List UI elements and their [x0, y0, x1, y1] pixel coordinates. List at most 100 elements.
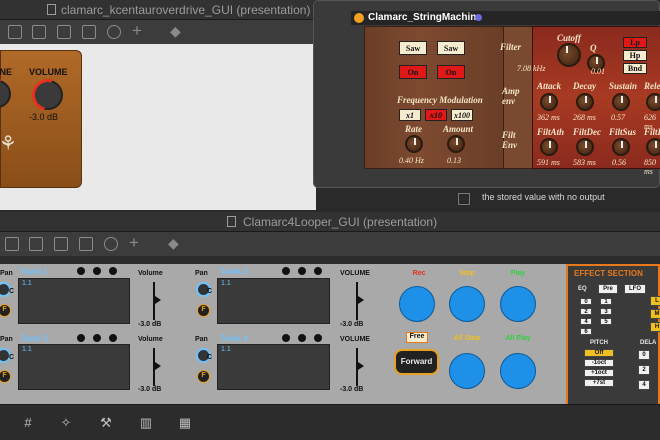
stringmachine-titlebar[interactable]: Clamarc_StringMachine [351, 11, 660, 25]
filtsus-knob[interactable] [612, 138, 630, 156]
filter-mode-lp[interactable]: Lp [623, 37, 647, 48]
play-icon[interactable] [57, 25, 71, 39]
track2-volume-fader[interactable] [356, 282, 364, 320]
attack-knob[interactable] [540, 93, 558, 111]
track3-volume-fader[interactable] [153, 348, 161, 386]
window-close-icon[interactable] [354, 13, 364, 23]
release-knob[interactable] [646, 93, 660, 111]
delay-0-button[interactable]: 0 [638, 350, 650, 360]
track2-dot-1[interactable] [282, 267, 290, 275]
track1-volume-fader[interactable] [153, 282, 161, 320]
paint-bucket-icon[interactable]: ◆ [168, 235, 179, 252]
presentation-icon[interactable] [29, 237, 43, 251]
track1-clip-area[interactable]: 1.1 [18, 278, 130, 324]
track2-dot-3[interactable] [314, 267, 322, 275]
track1-f-button[interactable]: F [0, 304, 11, 317]
fm-x100-button[interactable]: x100 [451, 109, 473, 121]
track1-dot-2[interactable] [93, 267, 101, 275]
filtath-knob[interactable] [540, 138, 558, 156]
track3-dot-1[interactable] [77, 334, 85, 342]
eq-button-6[interactable]: 6 [580, 328, 592, 335]
eq-button-2[interactable]: 2 [580, 308, 592, 315]
play-icon[interactable] [54, 237, 68, 251]
pitch-off-button[interactable]: Off [584, 349, 614, 357]
minus-icon[interactable] [82, 25, 96, 39]
track2-dot-2[interactable] [298, 267, 306, 275]
gain-knob[interactable] [0, 73, 18, 115]
eq-button-3[interactable]: 3 [600, 308, 612, 315]
track4-volume-fader[interactable] [356, 348, 364, 386]
clock-icon[interactable] [107, 25, 121, 39]
piano-icon[interactable]: ▥ [138, 416, 154, 430]
cutoff-knob[interactable] [557, 43, 581, 67]
track2-clip-area[interactable]: 1.1 [217, 278, 330, 324]
eq-label: EQ [578, 286, 587, 292]
play-button[interactable] [500, 286, 536, 322]
track3-dot-3[interactable] [109, 334, 117, 342]
rec-button[interactable] [399, 286, 435, 322]
track3-f-button[interactable]: F [0, 370, 11, 383]
track4-dot-2[interactable] [298, 334, 306, 342]
sustain-knob[interactable] [612, 93, 630, 111]
plus-icon[interactable]: + [132, 21, 142, 41]
track1-dot-1[interactable] [77, 267, 85, 275]
stop-button[interactable] [449, 286, 485, 322]
all-stop-label: All Stop [453, 335, 481, 342]
eq-l-button[interactable]: L [650, 296, 660, 306]
eq-button-4[interactable]: 4 [580, 318, 592, 325]
plus-icon[interactable]: + [129, 233, 139, 253]
saw-button-1[interactable]: Saw [399, 41, 427, 55]
forward-button[interactable]: Forward [394, 349, 439, 375]
eq-m-button[interactable]: M [650, 309, 660, 319]
close-patch-icon[interactable] [8, 25, 22, 39]
close-patch-icon[interactable] [5, 237, 19, 251]
filtrel-knob[interactable] [646, 138, 660, 156]
track2-f-button[interactable]: F [197, 304, 210, 317]
delay-2-button[interactable]: 2 [638, 365, 650, 375]
pitch-plus7st-button[interactable]: +7st [584, 379, 614, 387]
amount-knob[interactable] [447, 135, 465, 153]
eq-h-button[interactable]: H [650, 322, 660, 332]
minus-icon[interactable] [79, 237, 93, 251]
presentation-icon[interactable] [32, 25, 46, 39]
rate-knob[interactable] [405, 135, 423, 153]
clock-icon[interactable] [104, 237, 118, 251]
all-play-button[interactable] [500, 353, 536, 389]
grid-icon[interactable]: # [20, 416, 36, 430]
fm-x10-button[interactable]: x10 [425, 109, 447, 121]
fm-x1-button[interactable]: x1 [399, 109, 421, 121]
keyboard-icon[interactable]: ▦ [177, 416, 193, 430]
pitch-minus1oct-button[interactable]: -1oct [584, 359, 614, 367]
volume-knob[interactable] [26, 73, 70, 117]
all-stop-button[interactable] [449, 353, 485, 389]
decay-knob[interactable] [576, 93, 594, 111]
on-button-2[interactable]: On [437, 65, 465, 79]
filter-mode-hp[interactable]: Hp [623, 50, 647, 61]
pitch-plus1oct-button[interactable]: +1oct [584, 369, 614, 377]
track4-clip-area[interactable]: 1.1 [217, 344, 330, 390]
track3-clip-area[interactable]: 1.1 [18, 344, 130, 390]
eq-button-5[interactable]: 5 [600, 318, 612, 325]
track4-f-button[interactable]: F [197, 370, 210, 383]
track4-dot-1[interactable] [282, 334, 290, 342]
paint-bucket-icon[interactable]: ◆ [170, 23, 181, 40]
track3-dot-2[interactable] [93, 334, 101, 342]
delay-4-button[interactable]: 4 [638, 380, 650, 390]
track3-title: Track 3 [20, 334, 48, 343]
looper-titlebar[interactable]: Clamarc4Looper_GUI (presentation) [0, 212, 660, 232]
filtsus-value: 0.56 [612, 158, 626, 167]
debug-icon[interactable]: ✧ [58, 416, 74, 430]
filtdec-knob[interactable] [576, 138, 594, 156]
overdrive-titlebar[interactable]: clamarc_kcentauroverdrive_GUI (presentat… [0, 0, 316, 20]
looper-title: Clamarc4Looper_GUI (presentation) [243, 215, 438, 229]
saw-button-2[interactable]: Saw [437, 41, 465, 55]
eq-button-1[interactable]: 1 [600, 298, 612, 305]
wrench-icon[interactable]: ⚒ [98, 416, 114, 430]
track4-dot-3[interactable] [314, 334, 322, 342]
pre-button[interactable]: Pre [598, 284, 618, 294]
track1-dot-3[interactable] [109, 267, 117, 275]
free-button[interactable]: Free [406, 332, 428, 343]
lfo-button[interactable]: LFO [624, 284, 646, 294]
eq-button-0[interactable]: 0 [580, 298, 592, 305]
on-button-1[interactable]: On [399, 65, 427, 79]
